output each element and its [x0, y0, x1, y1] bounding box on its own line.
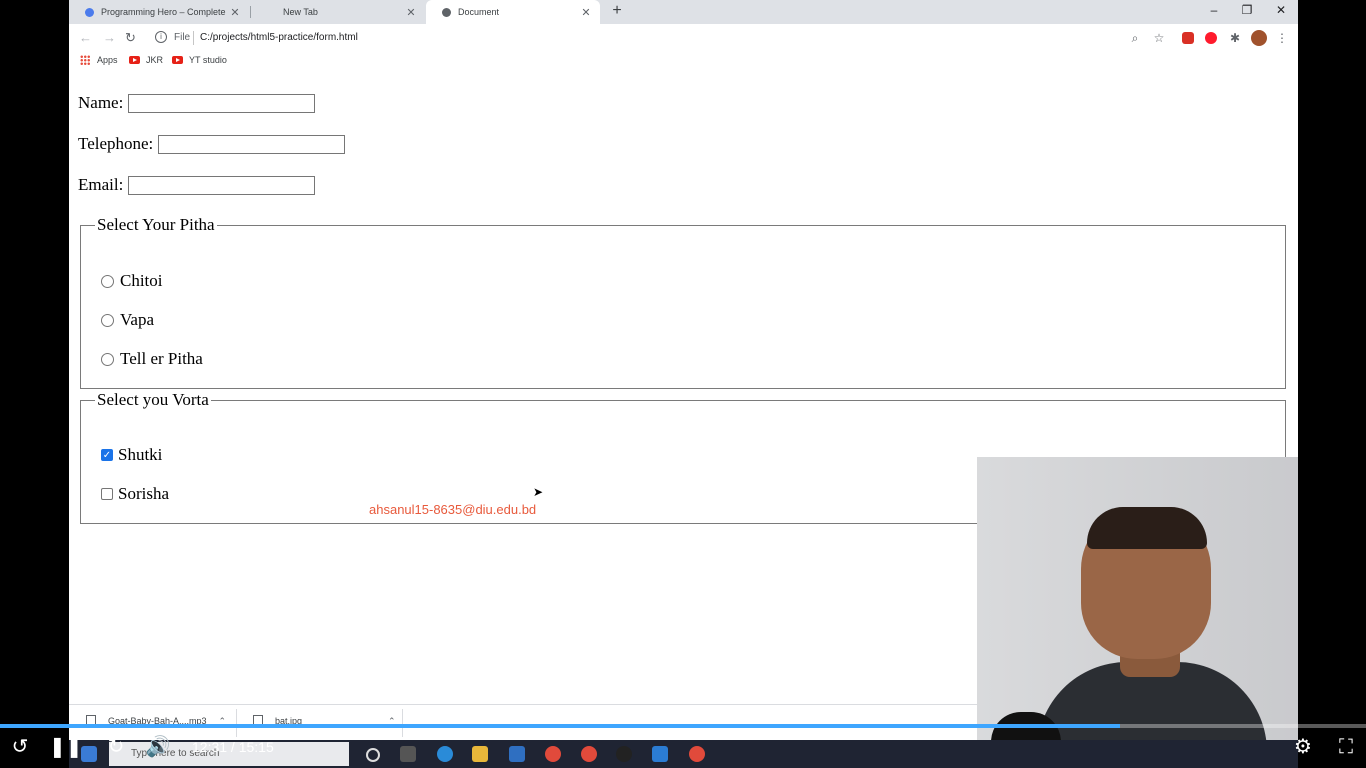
close-tab-icon[interactable]: ✕ — [227, 6, 243, 19]
name-input[interactable] — [128, 93, 316, 113]
menu-kebab-icon[interactable]: ⋮ — [1274, 31, 1290, 45]
name-row: Name: — [78, 93, 316, 113]
replay-icon[interactable]: ↺ — [7, 734, 33, 758]
programming-hero-favicon-icon — [85, 7, 94, 17]
new-tab-favicon-icon — [267, 8, 276, 17]
email-input[interactable] — [128, 175, 316, 195]
back-button[interactable]: ← — [79, 30, 92, 45]
restore-button[interactable]: ❐ — [1235, 3, 1259, 17]
file-scheme-label: File — [174, 32, 191, 43]
close-window-button[interactable]: ✕ — [1269, 3, 1293, 17]
tab-programming-hero[interactable]: Programming Hero – Complete ✕ — [69, 0, 249, 24]
email-row: Email: — [78, 175, 316, 195]
pitha-legend: Select Your Pitha — [97, 215, 215, 234]
apps-grid-icon — [80, 55, 90, 65]
time-display: 12:31 / 15:15 — [192, 739, 274, 755]
settings-gear-icon[interactable]: ⚙ — [1290, 734, 1316, 758]
address-bar[interactable]: C:/projects/html5-practice/form.html — [200, 32, 358, 43]
bookmarks-bar: Apps JKR YT studio — [69, 52, 1298, 70]
youtube-icon — [172, 56, 183, 64]
pitha-option-chitoi[interactable]: Chitoi — [101, 271, 163, 291]
checkbox[interactable] — [101, 488, 113, 500]
bookmark-star-icon[interactable]: ☆ — [1151, 31, 1167, 45]
radio-button[interactable] — [101, 274, 114, 288]
fullscreen-icon[interactable]: ⛶ — [1333, 734, 1359, 758]
puzzle-icon[interactable]: ✱ — [1227, 31, 1243, 45]
email-label: Email: — [78, 175, 124, 194]
pitha-option-vapa[interactable]: Vapa — [101, 310, 154, 330]
opera-extension-icon[interactable] — [1205, 32, 1217, 44]
new-tab-button[interactable]: + — [607, 2, 627, 20]
browser-toolbar: ← → ↻ i File C:/projects/html5-practice/… — [69, 24, 1298, 52]
radio-button[interactable] — [101, 313, 114, 327]
minimize-button[interactable]: – — [1202, 3, 1226, 17]
telephone-input[interactable] — [158, 134, 346, 154]
vorta-option-shutki[interactable]: ✓ Shutki — [101, 445, 162, 465]
radio-button[interactable] — [101, 352, 114, 366]
avatar[interactable] — [1251, 30, 1267, 46]
pause-icon[interactable]: ❚❚ — [49, 734, 83, 758]
watermark-email: ahsanul15-8635@diu.edu.bd — [369, 502, 537, 517]
checkbox-checked[interactable]: ✓ — [101, 449, 113, 461]
webcam-overlay — [977, 457, 1298, 740]
video-controls: ↺ ❚❚ ↻ 🔊 12:31 / 15:15 ⚙ ⛶ — [0, 728, 1366, 768]
name-label: Name: — [78, 93, 124, 112]
forward-button[interactable]: → — [103, 30, 116, 45]
pitha-fieldset: Select Your Pitha Chitoi Vapa Tell er Pi… — [80, 215, 1286, 389]
extension-icon[interactable] — [1182, 32, 1194, 44]
bookmark-jkr[interactable]: JKR — [129, 55, 163, 65]
mouse-cursor-icon: ➤ — [533, 485, 544, 499]
presenter-hair — [1087, 507, 1207, 549]
tab-strip: Programming Hero – Complete ✕ New Tab ✕ … — [69, 0, 1298, 24]
reload-button[interactable]: ↻ — [125, 30, 136, 46]
site-info-icon[interactable]: i — [155, 31, 167, 43]
telephone-row: Telephone: — [78, 134, 346, 154]
zoom-icon[interactable]: ⌕ — [1127, 31, 1143, 46]
forward-icon[interactable]: ↻ — [103, 734, 129, 758]
bookmark-apps[interactable]: Apps — [80, 55, 118, 65]
youtube-icon — [129, 56, 140, 64]
vorta-option-sorisha[interactable]: Sorisha — [101, 484, 169, 504]
pitha-option-tell-er-pitha[interactable]: Tell er Pitha — [101, 349, 203, 369]
tab-document[interactable]: Document ✕ — [426, 0, 600, 24]
vorta-legend: Select you Vorta — [97, 390, 209, 409]
close-tab-icon[interactable]: ✕ — [403, 6, 419, 19]
close-tab-icon[interactable]: ✕ — [578, 6, 594, 19]
tab-new-tab[interactable]: New Tab ✕ — [251, 0, 425, 24]
volume-icon[interactable]: 🔊 — [145, 734, 171, 758]
address-divider — [193, 31, 194, 45]
bookmark-yt-studio[interactable]: YT studio — [172, 55, 227, 65]
telephone-label: Telephone: — [78, 134, 154, 153]
globe-icon — [442, 7, 451, 17]
